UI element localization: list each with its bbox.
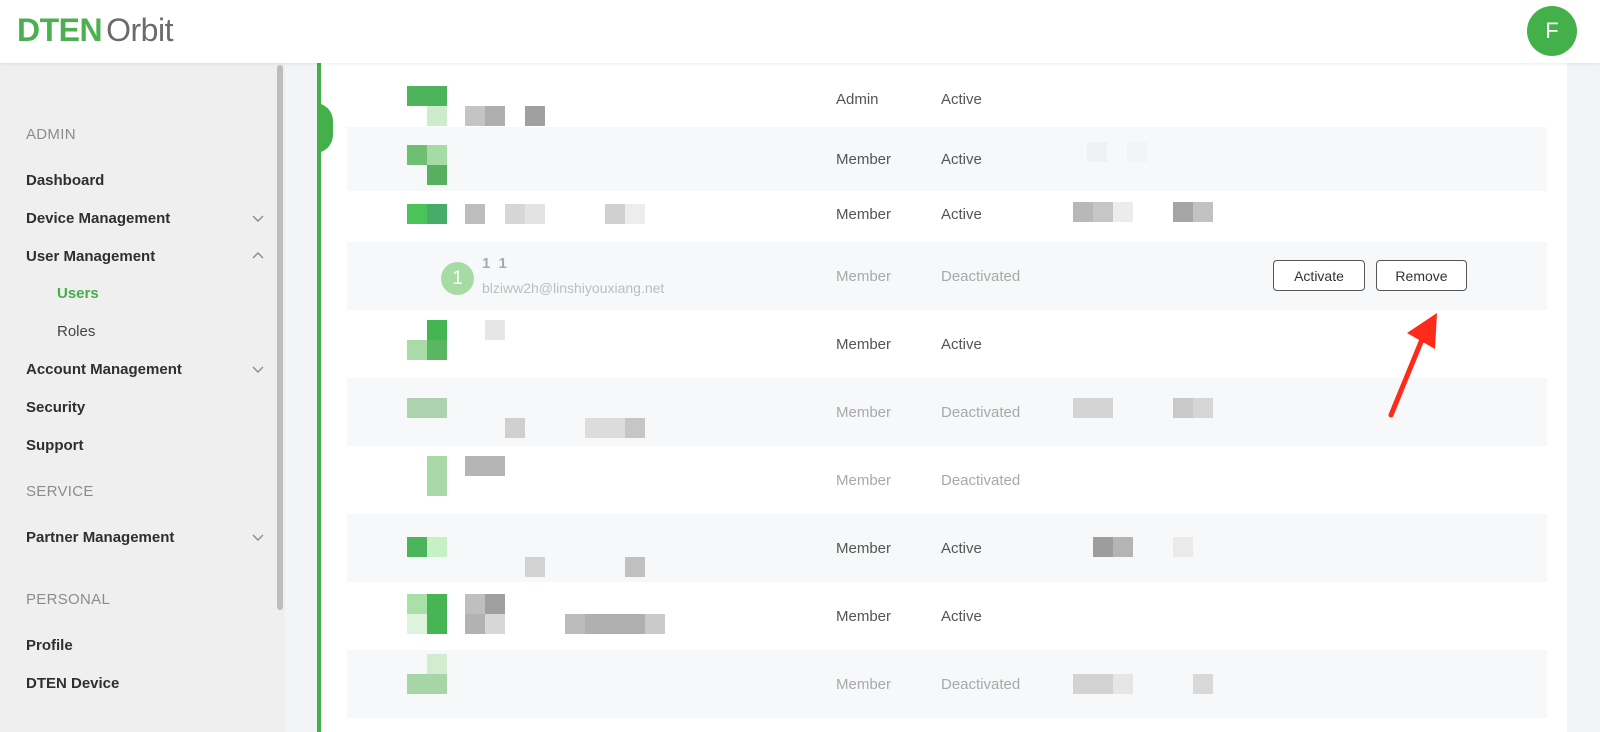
sidebar-item-device-management[interactable]: Device Management xyxy=(26,207,266,229)
chevron-down-icon xyxy=(252,366,264,373)
sidebar-item-label: Dashboard xyxy=(26,171,105,189)
user-status: Deactivated xyxy=(941,267,1021,285)
user-status: Deactivated xyxy=(941,675,1021,693)
table-row[interactable]: Member Deactivated xyxy=(347,650,1547,718)
user-role: Member xyxy=(836,403,892,421)
activate-button[interactable]: Activate xyxy=(1273,260,1365,291)
user-status: Active xyxy=(941,205,982,223)
section-service: SERVICE xyxy=(26,483,94,500)
sidebar-item-label: Device Management xyxy=(26,209,171,227)
user-role: Member xyxy=(836,335,892,353)
sidebar-item-account-management[interactable]: Account Management xyxy=(26,358,266,380)
table-row[interactable]: Member Active xyxy=(347,582,1547,650)
section-personal: PERSONAL xyxy=(26,591,111,608)
sidebar-item-label: Profile xyxy=(26,636,73,654)
app-logo[interactable]: DTEN Orbit xyxy=(17,10,173,50)
table-row[interactable]: Member Deactivated xyxy=(347,378,1547,446)
sidebar-item-partner-management[interactable]: Partner Management xyxy=(26,526,266,548)
chevron-up-icon xyxy=(252,252,264,259)
sidebar-item-users[interactable]: Users xyxy=(57,285,99,302)
user-email: blziww2h@linshiyouxiang.net xyxy=(482,280,665,296)
user-avatar: 1 xyxy=(441,262,474,295)
user-role: Member xyxy=(836,471,892,489)
logo-brand: DTEN xyxy=(17,12,103,48)
section-admin: ADMIN xyxy=(26,126,76,143)
sidebar-item-user-management[interactable]: User Management xyxy=(26,245,266,267)
user-role: Member xyxy=(836,205,892,223)
user-role: Member xyxy=(836,675,892,693)
user-status: Active xyxy=(941,335,982,353)
user-status: Active xyxy=(941,539,982,557)
user-avatar-button[interactable]: F xyxy=(1527,6,1577,56)
table-row[interactable]: Member Active xyxy=(347,182,1547,246)
top-header: DTEN Orbit F xyxy=(0,0,1600,63)
user-name: 1 1 xyxy=(482,255,509,272)
sidebar-item-security[interactable]: Security xyxy=(26,396,266,418)
sidebar-item-label: Support xyxy=(26,436,84,454)
remove-button[interactable]: Remove xyxy=(1376,260,1467,291)
user-role: Member xyxy=(836,539,892,557)
user-status: Deactivated xyxy=(941,403,1021,421)
user-role: Member xyxy=(836,267,892,285)
user-role: Admin xyxy=(836,90,879,108)
sidebar-scrollbar[interactable] xyxy=(277,65,283,610)
user-status: Active xyxy=(941,90,982,108)
sidebar: ADMIN Dashboard Device Management User M… xyxy=(0,63,285,732)
user-status: Active xyxy=(941,607,982,625)
table-row[interactable]: Member Active xyxy=(347,310,1547,378)
sidebar-item-dten-device[interactable]: DTEN Device xyxy=(26,672,266,694)
sidebar-item-label: Security xyxy=(26,398,86,416)
sidebar-item-label: Account Management xyxy=(26,360,182,378)
red-arrow-annotation xyxy=(1388,313,1437,418)
table-row-selected[interactable]: 1 1 1 blziww2h@linshiyouxiang.net Member… xyxy=(347,242,1547,310)
sidebar-item-profile[interactable]: Profile xyxy=(26,634,266,656)
chevron-down-icon xyxy=(252,534,264,541)
sidebar-item-label: Partner Management xyxy=(26,528,175,546)
user-status: Deactivated xyxy=(941,471,1021,489)
logo-product: Orbit xyxy=(106,12,173,48)
sidebar-item-support[interactable]: Support xyxy=(26,434,266,456)
panel-accent xyxy=(321,103,333,153)
sidebar-item-dashboard[interactable]: Dashboard xyxy=(26,169,266,191)
sidebar-item-roles[interactable]: Roles xyxy=(57,323,95,340)
table-row[interactable]: Member Deactivated xyxy=(347,446,1547,514)
sidebar-item-label: User Management xyxy=(26,247,156,265)
sidebar-item-label: DTEN Device xyxy=(26,674,120,692)
table-row[interactable]: Member Active xyxy=(347,514,1547,582)
user-role: Member xyxy=(836,607,892,625)
chevron-down-icon xyxy=(252,215,264,222)
table-row[interactable]: Admin Active xyxy=(347,67,1547,131)
